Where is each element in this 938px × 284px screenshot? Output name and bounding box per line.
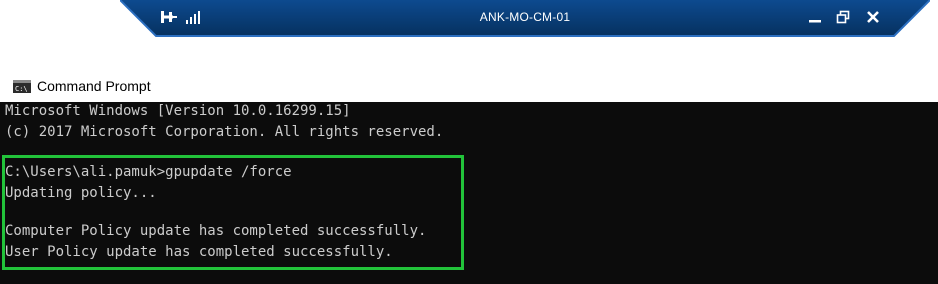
command-prompt-icon: C:\ bbox=[13, 80, 31, 93]
svg-text:C:\: C:\ bbox=[15, 85, 28, 93]
console-output[interactable]: Microsoft Windows [Version 10.0.16299.15… bbox=[0, 102, 938, 284]
screen: ANK-MO-CM-01 C:\ Command Prompt Microsof… bbox=[0, 0, 938, 284]
restore-icon[interactable] bbox=[831, 6, 855, 28]
minimize-icon[interactable] bbox=[803, 6, 827, 28]
console-line: (c) 2017 Microsoft Corporation. All righ… bbox=[5, 124, 444, 140]
remote-desktop-connection-bar: ANK-MO-CM-01 bbox=[120, 0, 930, 42]
console-line: Microsoft Windows [Version 10.0.16299.15… bbox=[5, 103, 351, 119]
close-icon[interactable] bbox=[861, 6, 885, 28]
window-title: Command Prompt bbox=[37, 78, 151, 94]
highlight-box bbox=[2, 155, 464, 270]
command-prompt-title-bar[interactable]: C:\ Command Prompt bbox=[0, 68, 938, 102]
remote-desktop-region: ANK-MO-CM-01 bbox=[0, 0, 938, 68]
